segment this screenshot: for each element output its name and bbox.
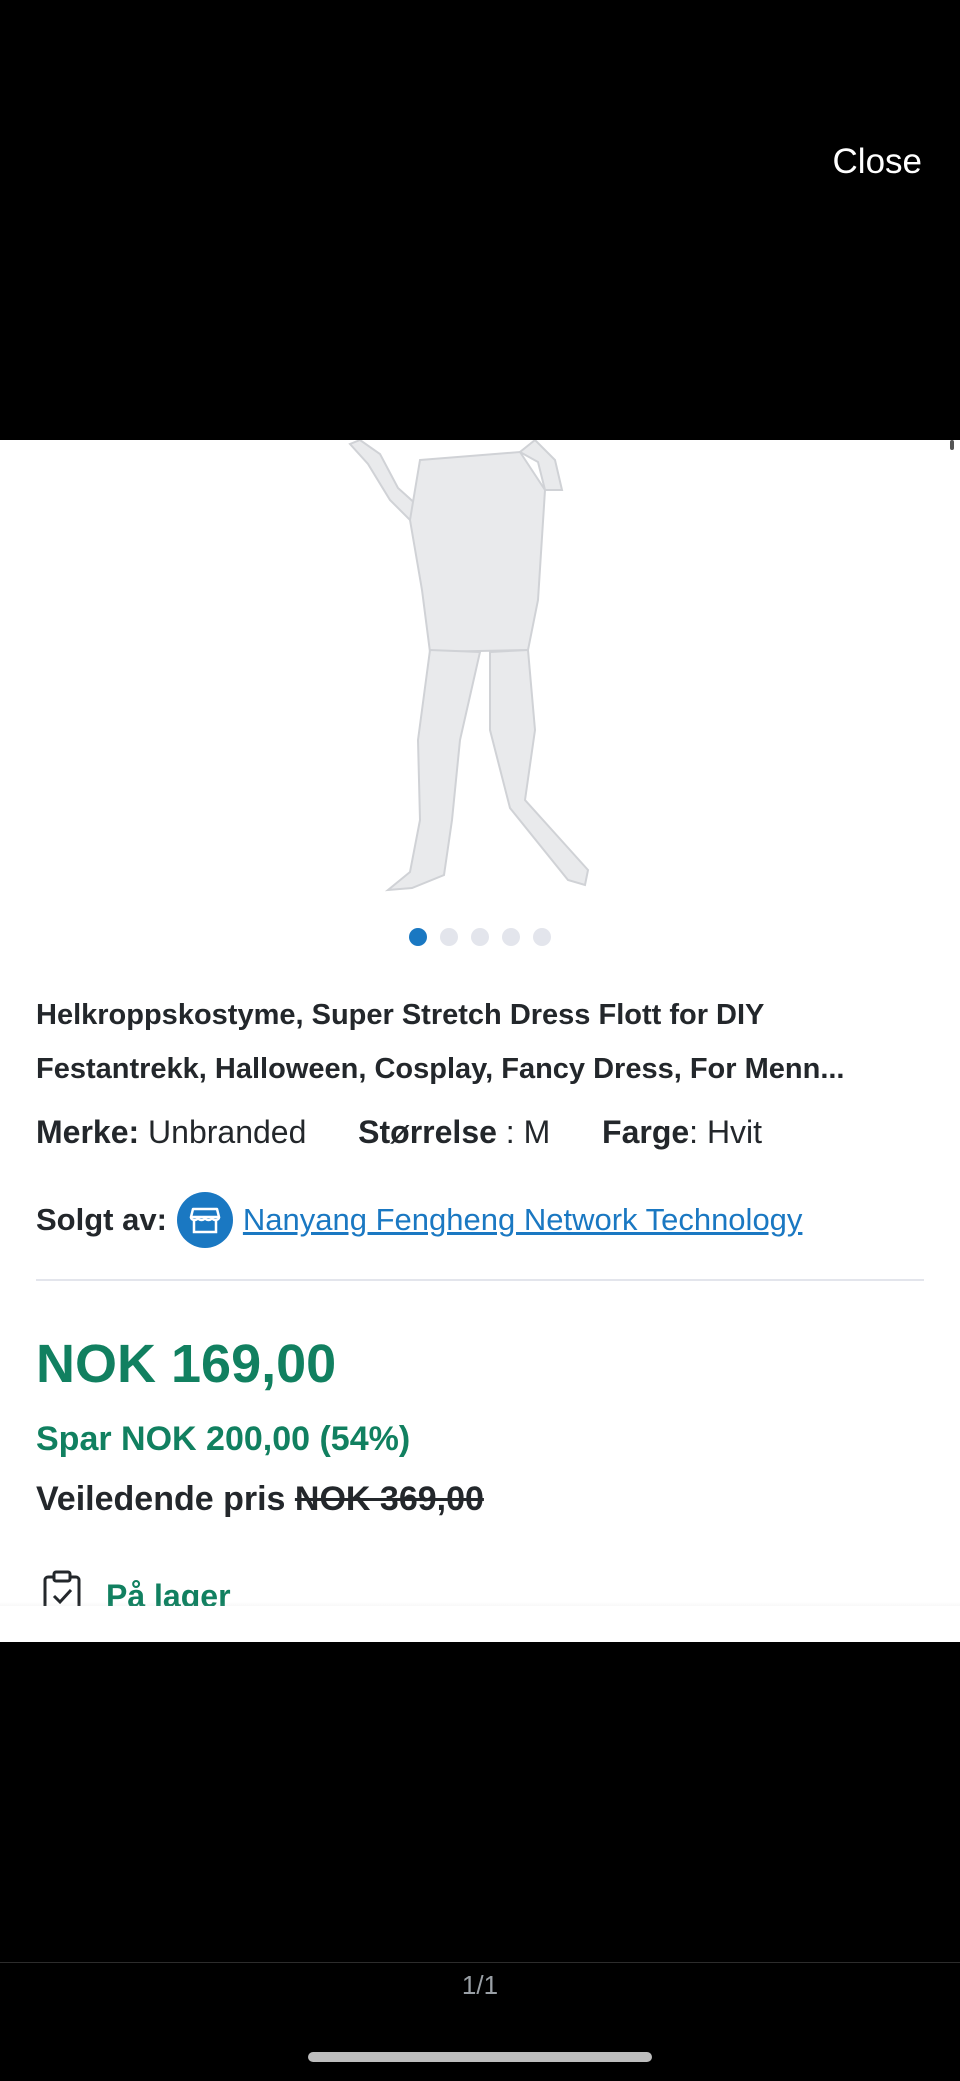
price: NOK 169,00: [36, 1334, 337, 1394]
color-value: Hvit: [706, 1114, 763, 1150]
size-separator: :: [496, 1114, 524, 1150]
seller-label: Solgt av:: [36, 1202, 167, 1237]
product-attributes: Merke: Unbranded Størrelse : M Farge: Hv…: [36, 1112, 762, 1152]
carousel-dot[interactable]: [471, 928, 489, 946]
size-label: Størrelse: [358, 1114, 497, 1150]
screenshot-viewer: Helkroppskostyme, Super Stretch Dress Fl…: [0, 440, 960, 1642]
savings-text: Spar NOK 200,00 (54%): [36, 1420, 411, 1458]
carousel-dot[interactable]: [502, 928, 520, 946]
bottom-divider: [0, 1962, 960, 1963]
brand-label: Merke:: [36, 1114, 140, 1150]
seller-row: Solgt av: Nanyang Fengheng Network Techn…: [36, 1192, 802, 1248]
carousel-dot-active[interactable]: [409, 928, 427, 946]
carousel-dot[interactable]: [533, 928, 551, 946]
product-title: Helkroppskostyme, Super Stretch Dress Fl…: [36, 999, 845, 1085]
image-carousel-dots[interactable]: [0, 928, 960, 946]
rrp-label: Veiledende pris: [36, 1480, 286, 1518]
product-image[interactable]: [340, 440, 620, 895]
close-button[interactable]: Close: [833, 142, 922, 182]
recommended-price: Veiledende pris NOK 369,00: [36, 1480, 484, 1519]
color-label: Farge: [602, 1114, 690, 1150]
carousel-dot[interactable]: [440, 928, 458, 946]
divider: [36, 1279, 924, 1281]
brand-value: Unbranded: [148, 1114, 307, 1150]
rrp-value: NOK 369,00: [294, 1480, 484, 1518]
size-value: M: [523, 1114, 551, 1150]
page-counter: 1/1: [461, 1970, 499, 2000]
scrollbar: [950, 440, 954, 450]
shop-icon: [176, 1192, 233, 1248]
seller-link[interactable]: Nanyang Fengheng Network Technology: [243, 1202, 803, 1238]
color-separator: :: [689, 1114, 707, 1150]
home-indicator[interactable]: [308, 2052, 652, 2062]
